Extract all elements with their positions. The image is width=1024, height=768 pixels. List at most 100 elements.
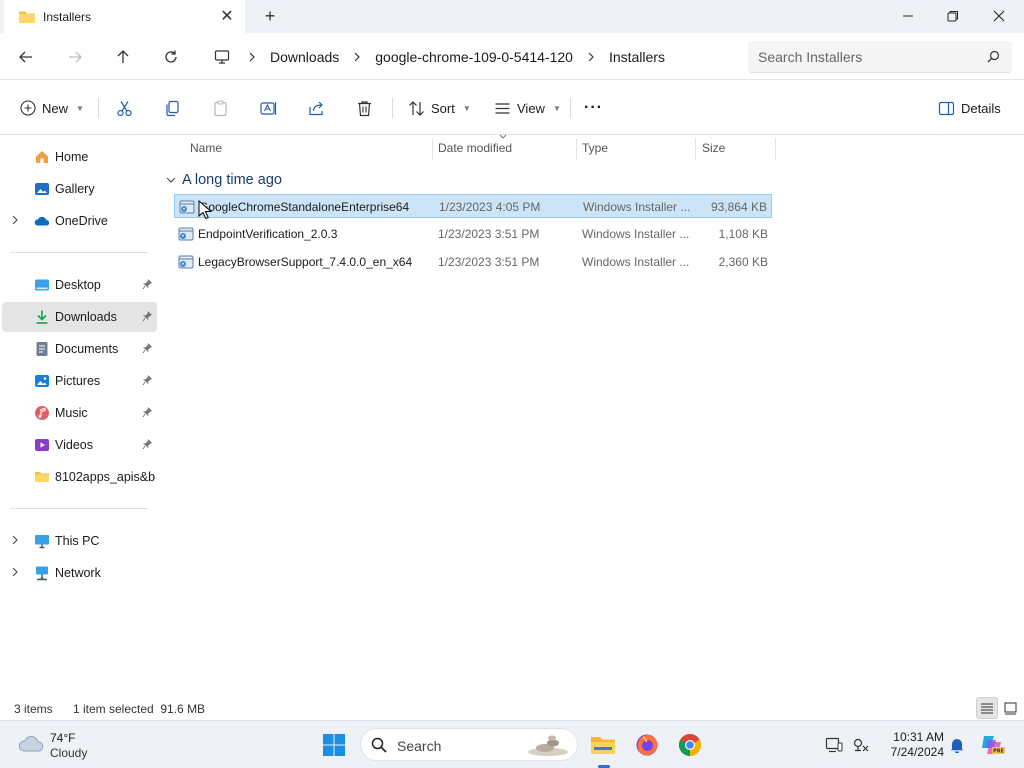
devices-tray-icon[interactable]: [822, 729, 846, 761]
search-icon[interactable]: [987, 50, 1000, 66]
sidebar-item-pictures[interactable]: Pictures: [2, 366, 157, 396]
new-tab-button[interactable]: +: [258, 5, 282, 27]
address-bar-row: Downloads google-chrome-109-0-5414-120 I…: [0, 33, 1024, 80]
column-divider[interactable]: [432, 138, 433, 160]
column-divider[interactable]: [576, 138, 577, 160]
pin-icon: [142, 375, 152, 386]
view-button[interactable]: View ▼: [494, 94, 561, 122]
large-icons-view-button[interactable]: [999, 697, 1021, 719]
group-header[interactable]: A long time ago: [166, 170, 282, 190]
sidebar-item-label: Network: [55, 566, 101, 580]
column-divider[interactable]: [695, 138, 696, 160]
chevron-down-icon: [166, 177, 176, 183]
documents-icon: [36, 342, 48, 356]
cloudy-weather-icon: [18, 735, 44, 752]
share-button[interactable]: [308, 94, 325, 122]
column-header-size[interactable]: Size: [702, 136, 772, 160]
chevron-right-icon[interactable]: [345, 41, 369, 73]
more-options-button[interactable]: ···: [584, 94, 603, 122]
copy-button[interactable]: [164, 94, 181, 122]
file-date-modified: 1/23/2023 3:51 PM: [438, 255, 540, 269]
close-tab-icon[interactable]: ✕: [217, 6, 237, 26]
installer-file-icon: [179, 200, 195, 214]
sidebar-item-music[interactable]: Music: [2, 398, 157, 428]
copy-icon: [166, 100, 179, 116]
taskbar: 74°F Cloudy Search 10:31 AM 7/24/2024 PR…: [0, 720, 1024, 768]
chevron-right-icon[interactable]: [579, 41, 603, 73]
sidebar-item-label: Videos: [55, 438, 93, 452]
sort-button[interactable]: Sort ▼: [408, 94, 471, 122]
column-header-name[interactable]: Name: [190, 136, 430, 160]
column-header-date-modified[interactable]: Date modified: [438, 136, 574, 160]
details-pane-icon: [938, 101, 955, 115]
rename-button[interactable]: [260, 94, 277, 122]
details-view-button[interactable]: [976, 697, 998, 719]
new-button[interactable]: New ▼: [20, 94, 84, 122]
details-label: Details: [961, 100, 1001, 116]
refresh-button[interactable]: [157, 44, 185, 70]
restore-button[interactable]: [930, 0, 976, 32]
firefox-taskbar-button[interactable]: [631, 729, 663, 761]
table-row[interactable]: EndpointVerification_2.0.3 1/23/2023 3:5…: [174, 222, 772, 246]
minimize-button[interactable]: [885, 0, 931, 32]
sidebar-item-downloads[interactable]: Downloads: [2, 302, 157, 332]
network-disconnected-icon: [853, 738, 869, 752]
back-button[interactable]: [12, 44, 40, 70]
tab-installers[interactable]: Installers ✕: [4, 0, 245, 33]
table-row[interactable]: LegacyBrowserSupport_7.4.0.0_en_x64 1/23…: [174, 250, 772, 274]
pin-icon: [142, 407, 152, 418]
network-tray-icon[interactable]: [849, 729, 873, 761]
column-header-type[interactable]: Type: [582, 136, 694, 160]
breadcrumb-chrome-folder[interactable]: google-chrome-109-0-5414-120: [369, 41, 579, 73]
chevron-right-icon[interactable]: [240, 41, 264, 73]
sidebar-item-documents[interactable]: Documents: [2, 334, 157, 364]
sidebar-item-label: Pictures: [55, 374, 101, 388]
close-window-button[interactable]: [976, 0, 1022, 32]
downloads-icon: [36, 310, 48, 324]
file-explorer-taskbar-button[interactable]: [587, 729, 619, 761]
search-box[interactable]: [748, 41, 1012, 73]
toolbar-divider: [98, 98, 99, 118]
clock-date: 7/24/2024: [890, 745, 944, 759]
taskbar-search[interactable]: Search: [360, 728, 578, 761]
chevron-down-icon: ▼: [76, 103, 84, 113]
onedrive-icon: [34, 216, 50, 226]
delete-button[interactable]: [356, 94, 373, 122]
breadcrumb[interactable]: Downloads google-chrome-109-0-5414-120 I…: [204, 41, 740, 73]
table-row[interactable]: GoogleChromeStandaloneEnterprise64 1/23/…: [174, 194, 772, 218]
windows-logo-icon: [323, 734, 345, 756]
chrome-taskbar-button[interactable]: [674, 729, 706, 761]
sidebar-item-gallery[interactable]: Gallery: [2, 174, 157, 204]
forward-button[interactable]: [61, 44, 89, 70]
this-pc-breadcrumb-icon[interactable]: [204, 41, 240, 73]
details-pane-button[interactable]: Details: [938, 94, 1001, 122]
sidebar-item-onedrive[interactable]: OneDrive: [2, 206, 157, 236]
sidebar-item-videos[interactable]: Videos: [2, 430, 157, 460]
toolbar-divider: [570, 98, 571, 118]
sidebar-item-desktop[interactable]: Desktop: [2, 270, 157, 300]
sidebar-item-8102apps[interactable]: 8102apps_apis&bugs: [2, 462, 157, 492]
chevron-right-icon: [12, 215, 18, 225]
sort-icon: [409, 100, 424, 116]
clock-time: 10:31 AM: [893, 730, 944, 744]
column-divider[interactable]: [775, 138, 776, 160]
tab-title: Installers: [43, 10, 92, 24]
sidebar-item-this-pc[interactable]: This PC: [2, 526, 157, 556]
breadcrumb-installers[interactable]: Installers: [603, 41, 671, 73]
search-input[interactable]: [758, 41, 978, 72]
sidebar-item-label: OneDrive: [55, 214, 108, 228]
search-highlight-icon: [528, 735, 568, 756]
firefox-icon: [636, 734, 658, 756]
sidebar-item-label: 8102apps_apis&bugs: [55, 470, 155, 484]
breadcrumb-downloads[interactable]: Downloads: [264, 41, 345, 73]
start-button[interactable]: [318, 729, 350, 761]
rename-icon: [260, 101, 277, 115]
sidebar-item-home[interactable]: Home: [2, 142, 157, 172]
sidebar-item-network[interactable]: Network: [2, 558, 157, 588]
copilot-button[interactable]: PRE: [976, 729, 1008, 761]
paste-button[interactable]: [212, 94, 229, 122]
cut-button[interactable]: [116, 94, 133, 122]
notifications-button[interactable]: [946, 729, 968, 761]
up-button[interactable]: [109, 44, 137, 70]
system-clock[interactable]: 10:31 AM 7/24/2024: [882, 730, 944, 760]
